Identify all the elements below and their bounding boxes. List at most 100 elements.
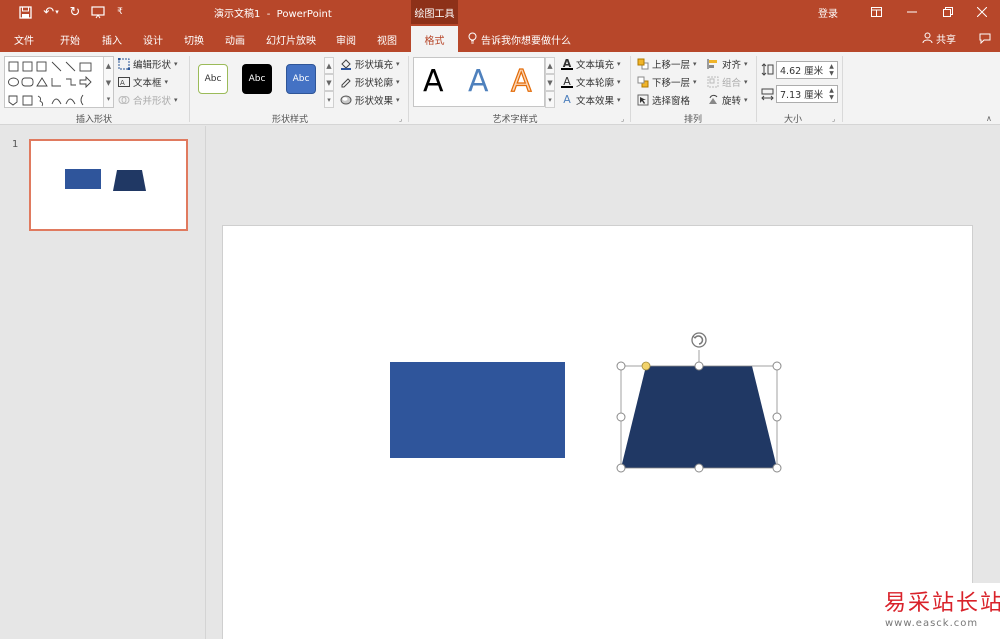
resize-handle-top[interactable] xyxy=(694,361,704,371)
shape-outline-button[interactable]: 形状轮廓 ▾ xyxy=(340,75,400,89)
tab-slideshow[interactable]: 幻灯片放映 xyxy=(266,32,316,47)
gallery-scroll-down-icon[interactable]: ▼ xyxy=(103,74,113,91)
selection-pane-button[interactable]: 选择窗格 xyxy=(637,93,690,107)
shape-width-input[interactable]: 7.13 厘米 ▲ ▼ xyxy=(776,85,838,103)
chevron-down-icon: ▾ xyxy=(174,60,178,68)
dialog-launcher-icon[interactable]: ⌟ xyxy=(621,115,624,123)
tab-view[interactable]: 视图 xyxy=(377,32,397,47)
merge-shapes-icon xyxy=(118,94,130,106)
gallery-more-icon[interactable]: ▾ xyxy=(103,91,113,107)
tell-me-search[interactable]: 告诉我你想要做什么 xyxy=(468,32,571,47)
slide-canvas[interactable] xyxy=(222,225,973,639)
shape-effects-label: 形状效果 xyxy=(355,96,394,107)
trapezoid-shape[interactable] xyxy=(621,366,777,468)
shapes-gallery[interactable]: ▲ ▼ ▾ xyxy=(4,56,114,108)
tab-animations[interactable]: 动画 xyxy=(225,32,245,47)
group-label: 组合 xyxy=(722,78,742,89)
ribbon: ▲ ▼ ▾ 编辑形状 ▾ A 文本框 ▾ 合并形状 ▾ 插入形状 Abc Abc… xyxy=(0,52,1000,125)
gallery-scroll-down-icon[interactable]: ▼ xyxy=(545,74,555,91)
tab-insert[interactable]: 插入 xyxy=(102,32,122,47)
bring-forward-button[interactable]: 上移一层 ▾ xyxy=(637,57,697,71)
text-box-icon: A xyxy=(118,76,130,88)
adjustment-handle[interactable] xyxy=(641,361,651,371)
merge-shapes-label: 合并形状 xyxy=(133,96,172,107)
svg-text:A: A xyxy=(120,79,125,87)
save-icon[interactable] xyxy=(16,3,34,21)
group-button[interactable]: 组合 ▾ xyxy=(707,75,748,89)
shape-effects-button[interactable]: 形状效果 ▾ xyxy=(340,93,400,107)
resize-handle-top-left[interactable] xyxy=(616,361,626,371)
start-from-beginning-icon[interactable] xyxy=(88,3,108,21)
gallery-scroll-up-icon[interactable]: ▲ xyxy=(545,57,555,74)
tab-review[interactable]: 审阅 xyxy=(336,32,356,47)
customize-quick-access-icon[interactable]: ₹ xyxy=(114,3,126,21)
shape-fill-button[interactable]: 形状填充 ▾ xyxy=(340,57,400,71)
group-divider xyxy=(630,56,631,122)
resize-handle-top-right[interactable] xyxy=(772,361,782,371)
gallery-scroll-up-icon[interactable]: ▲ xyxy=(324,57,334,74)
send-backward-button[interactable]: 下移一层 ▾ xyxy=(637,75,697,89)
rotate-handle-icon[interactable] xyxy=(691,332,707,348)
tab-design[interactable]: 设计 xyxy=(143,32,163,47)
restore-icon[interactable] xyxy=(930,0,966,24)
send-backward-icon xyxy=(637,76,649,88)
tab-home[interactable]: 开始 xyxy=(60,32,80,47)
selection-pane-label: 选择窗格 xyxy=(652,96,691,107)
close-icon[interactable] xyxy=(964,0,1000,24)
text-box-button[interactable]: A 文本框 ▾ xyxy=(118,75,168,89)
tab-format[interactable]: 格式 xyxy=(411,26,458,52)
align-button[interactable]: 对齐 ▾ xyxy=(707,57,748,71)
minimize-icon[interactable] xyxy=(894,0,930,24)
gallery-scroll-down-icon[interactable]: ▼ xyxy=(324,74,334,91)
wordart-style-orange-outline[interactable]: A xyxy=(510,63,532,99)
edit-shape-button[interactable]: 编辑形状 ▾ xyxy=(117,57,178,71)
edit-shape-label: 编辑形状 xyxy=(133,60,172,71)
undo-icon[interactable]: ↶ ▾ xyxy=(40,3,62,21)
wordart-style-black[interactable]: A xyxy=(423,64,444,99)
resize-handle-right[interactable] xyxy=(772,412,782,422)
wordart-gallery[interactable]: A A A xyxy=(413,57,545,107)
wordart-style-blue[interactable]: A xyxy=(468,64,489,99)
shape-style-thumb-2[interactable]: Abc xyxy=(242,64,272,94)
chevron-down-icon: ▾ xyxy=(174,96,178,104)
selection-pane-icon xyxy=(637,94,649,106)
text-fill-button[interactable]: A 文本填充 ▾ xyxy=(561,57,621,71)
redo-icon[interactable]: ↻ xyxy=(66,3,84,21)
gallery-scroll-up-icon[interactable]: ▲ xyxy=(103,57,113,74)
dialog-launcher-icon[interactable]: ⌟ xyxy=(399,115,402,123)
ribbon-display-options-icon[interactable] xyxy=(858,0,894,24)
resize-handle-bottom-left[interactable] xyxy=(616,463,626,473)
shape-style-thumb-3[interactable]: Abc xyxy=(286,64,316,94)
dialog-launcher-icon[interactable]: ⌟ xyxy=(832,115,835,123)
gallery-more-icon[interactable]: ▾ xyxy=(324,91,334,108)
shape-fill-label: 形状填充 xyxy=(355,60,394,71)
text-effects-button[interactable]: A 文本效果 ▾ xyxy=(561,93,620,108)
resize-handle-left[interactable] xyxy=(616,412,626,422)
comments-icon[interactable] xyxy=(975,28,995,48)
shape-style-thumb-1[interactable]: Abc xyxy=(198,64,228,94)
slide-thumbnail[interactable] xyxy=(29,139,188,231)
tab-transitions[interactable]: 切换 xyxy=(184,32,204,47)
text-effects-label: 文本效果 xyxy=(576,96,615,107)
collapse-ribbon-icon[interactable]: ∧ xyxy=(986,114,992,123)
share-button[interactable]: 共享 xyxy=(922,31,956,46)
login-button[interactable]: 登录 xyxy=(818,5,838,20)
height-spinner-icon[interactable]: ▲ ▼ xyxy=(827,63,836,77)
lightbulb-icon xyxy=(468,32,477,47)
watermark-url: www.easck.com xyxy=(885,618,979,629)
resize-handle-bottom-right[interactable] xyxy=(772,463,782,473)
slide-thumbnail-pane: 1 xyxy=(0,126,206,639)
gallery-more-icon[interactable]: ▾ xyxy=(545,91,555,108)
resize-handle-bottom[interactable] xyxy=(694,463,704,473)
group-divider xyxy=(408,56,409,122)
text-outline-icon: A xyxy=(561,76,573,88)
rotate-button[interactable]: 旋转 ▾ xyxy=(707,93,748,107)
width-spinner-icon[interactable]: ▲ ▼ xyxy=(827,87,836,101)
tab-file[interactable]: 文件 xyxy=(14,32,34,47)
rectangle-shape[interactable] xyxy=(390,362,565,458)
shape-height-input[interactable]: 4.62 厘米 ▲ ▼ xyxy=(776,61,838,79)
merge-shapes-button[interactable]: 合并形状 ▾ xyxy=(118,93,178,107)
thumb-trapezoid xyxy=(113,170,146,191)
text-outline-button[interactable]: A 文本轮廓 ▾ xyxy=(561,75,621,89)
send-backward-label: 下移一层 xyxy=(652,78,691,89)
